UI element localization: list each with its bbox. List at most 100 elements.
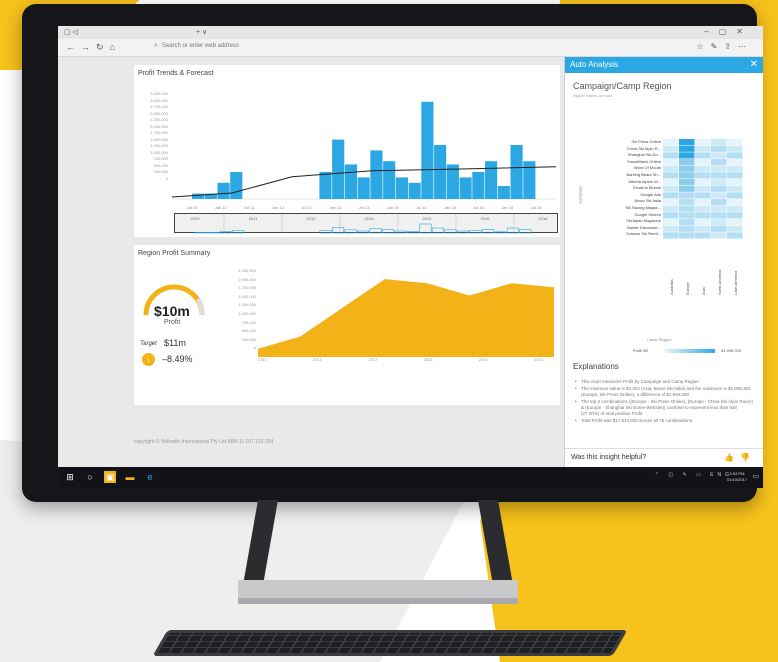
target-label: Target [140,341,157,347]
legend-gradient [665,349,715,353]
timeline-bar [232,230,245,234]
timeline-bar [444,229,457,234]
area-y-tick: 1,250,000 [238,302,256,308]
heatmap-x-axis-title: Camp Region [647,337,672,342]
auto-analysis-panel: Auto Analysis ✕ Campaign/Camp Region Hig… [564,57,763,467]
heatmap-cell [727,185,743,192]
heatmap-row-label: Bravo Ski Italia [634,198,661,204]
search-icon[interactable]: ○ [84,471,96,483]
heatmap-cell [663,219,679,226]
heatmap-cell [727,192,743,199]
clock[interactable]: 5:53 PM 01/10/2017 [727,471,747,483]
heatmap-cell [727,212,743,219]
x-tick-label: Jan 12 [272,205,285,210]
panel-header-title: Auto Analysis [570,60,619,69]
heatmap-cell [679,199,695,206]
search-icon: ⌕ [154,42,158,49]
delta-value: –8.49% [162,354,193,364]
heatmap-cell [679,139,695,146]
heatmap-cell [663,212,679,219]
thumbs-up-icon[interactable]: 👍 [724,453,740,462]
timeline-bar [381,229,395,234]
heatmap-cell [695,205,711,212]
area-x-tick: 2014 [478,357,488,362]
explanation-item: Total Profit was $17,813,820 across all … [575,418,755,424]
timeline-bar [419,223,432,234]
yellowfin-app-icon[interactable]: ▣ [104,471,116,483]
trend-bar [344,164,358,199]
profit-trends-title: Profit Trends & Forecast [138,70,214,77]
heatmap-row-label: Ski Racing Magaz... [625,204,661,210]
panel-chart-subtitle: Higher values are bad [573,93,613,98]
region-area-chart[interactable] [258,269,554,357]
heatmap-cell [727,232,743,239]
trend-bar [383,161,396,199]
heatmap-cell [679,219,695,226]
browser-titlebar: ▢ ◁ + ∨ –▢✕ [58,26,763,39]
trend-bar [421,101,434,199]
trend-bar [459,177,472,199]
area-x-tick: 2010 [258,357,267,362]
trend-y-axis: 3,250,000 3,000,000 2,750,000 2,500,000 2,25… [138,91,168,182]
heatmap-cell [695,179,711,186]
taskbar: ⊞ ○ ▣ ▬ e ⌃ ◫ ✎ ▭ ENG 5:53 PM 01/10/2017 … [58,467,763,488]
tab-icon[interactable]: ▢ ◁ [64,28,78,36]
thumbs-down-icon[interactable]: 👎 [740,453,756,462]
browser-actions[interactable]: ☆✎⇪⋯ [696,42,753,51]
new-tab-button[interactable]: + ∨ [196,28,207,36]
area-y-tick: 1,000,000 [238,310,256,316]
heatmap-cell [695,225,711,232]
edge-browser-icon[interactable]: e [144,471,156,483]
x-tick-label: Jan 16 [501,205,514,210]
heatmap-cell [663,179,679,186]
timeline-bar [481,229,494,234]
x-tick-label: Jul 14 [416,205,427,210]
x-tick-label: Jan 14 [387,205,400,210]
explanation-item: The minimum value is $4,303 (Asia, Bravo… [575,386,755,398]
trend-bar [357,177,370,199]
folder-icon[interactable]: ▬ [124,471,136,483]
heatmap-cell [727,179,743,186]
heatmap-cell [711,199,727,206]
windows-start-icon[interactable]: ⊞ [64,471,76,483]
timeline-bar [394,230,407,234]
area-y-tick: 750,000 [241,319,256,325]
explanation-item: This chart measures Profit by Campaign a… [575,379,755,385]
trend-bar [395,177,408,199]
heatmap[interactable] [663,139,743,239]
heatmap-cell [711,225,727,232]
timeline-year: 2012 [307,216,317,221]
timeline-bar [506,227,519,234]
heatmap-cell [679,152,695,159]
profit-area [258,279,554,357]
screen: ▢ ◁ + ∨ –▢✕ ←→↻⌂ ⌕ Search or enter web ad… [58,26,763,488]
address-bar[interactable]: ⌕ Search or enter web address [154,42,239,50]
heatmap-column-label: Europe [685,282,690,295]
heatmap-cell [695,159,711,166]
explanation-item: The top 3 combinations ((Europe - Ski Pr… [575,399,755,417]
gauge-label: Profit [164,319,181,326]
profit-trends-card: Profit Trends & Forecast 3,250,000 3,000,… [134,65,573,237]
timeline-navigator[interactable]: 2010 2011 2012 2013 2014 2015 2016 [174,213,573,234]
system-tray[interactable]: ⌃ ◫ ✎ ▭ ENG [655,472,733,478]
notification-icon[interactable]: ▭ [752,472,759,480]
heatmap-cell [711,179,727,186]
region-summary-card: Region Profit Summary $10m Profit Target… [134,245,560,405]
heatmap-cell [679,172,695,179]
trend-chart[interactable]: Jul 10 Jan 11 Jul 11 Jan 12 Jul 12 Jan 13 Jul … [172,87,556,211]
close-icon[interactable]: ✕ [750,59,758,70]
heatmap-cell [695,199,711,206]
heatmap-row-label: Word Of Mouth [633,165,661,171]
trend-bar [408,182,421,199]
timeline-year: 2011 [249,216,258,221]
heatmap-cell [663,145,679,152]
window-controls[interactable]: –▢✕ [704,27,753,36]
heatmap-cell [711,219,727,226]
heatmap-cell [727,139,743,146]
heatmap-row-label: Google Search [634,211,661,217]
nav-buttons[interactable]: ←→↻⌂ [66,42,121,53]
heatmap-cell [663,172,679,179]
heatmap-cell [695,185,711,192]
heatmap-row-label: SnowWatch Online [627,158,661,164]
legend-min: $0 [643,348,648,353]
